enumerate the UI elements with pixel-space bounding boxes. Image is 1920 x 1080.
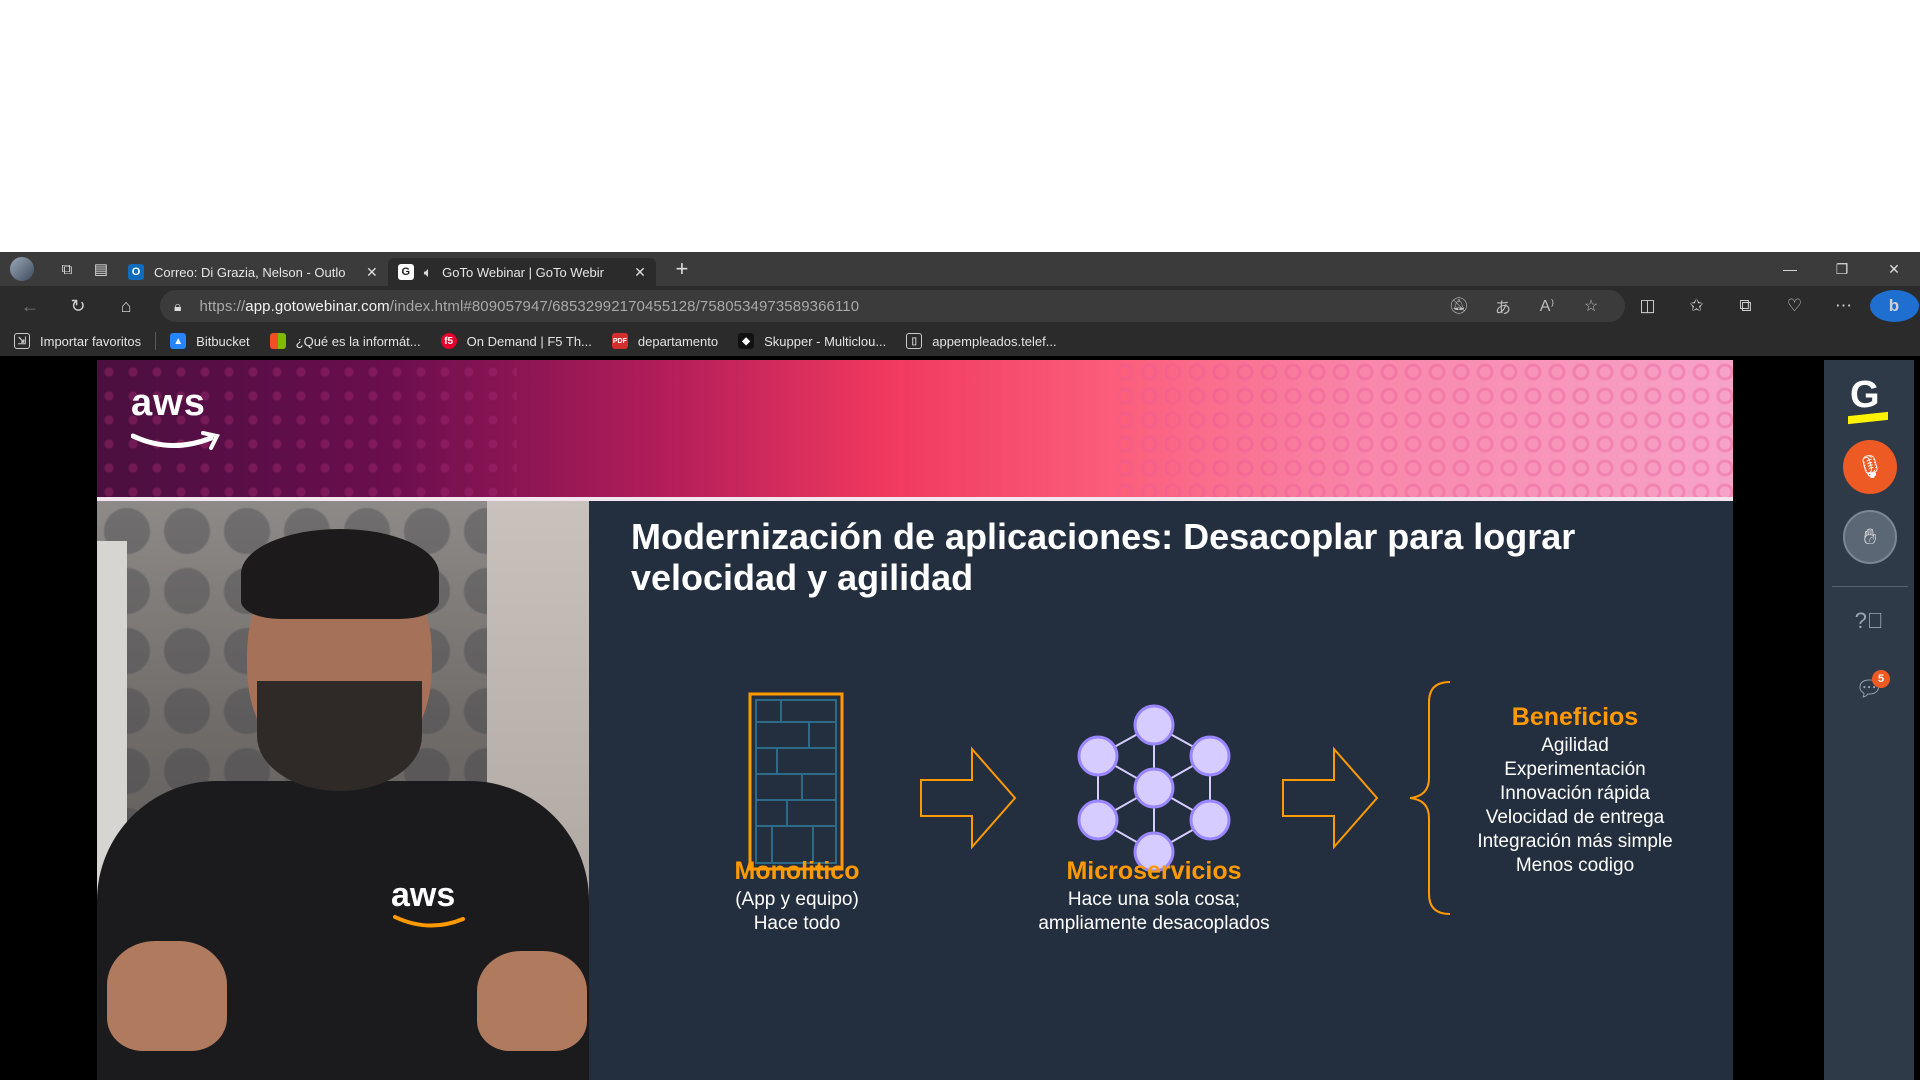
browser-window: ⧉ ▤ O Correo: Di Grazia, Nelson - Outlo … [0,252,1920,1080]
bookmark-informatica[interactable]: ¿Qué es la informát... [269,333,421,349]
close-tab-icon[interactable]: ✕ [634,264,646,281]
bookmark-appempleados[interactable]: ▯ appempleados.telef... [906,333,1057,349]
microsoft-icon [269,333,286,349]
refresh-icon[interactable]: ↻ [54,288,102,324]
presentation-slide: aws aws Modernización de aplicaciones: D… [97,360,1733,1080]
window-controls: — ❐ ✕ [1764,252,1920,286]
hand-icon: ✋︎ [1863,524,1877,549]
workspaces-icon[interactable]: ⧉ [50,252,84,286]
bookmark-divider [155,332,157,350]
new-tab-button[interactable]: + [668,256,696,282]
tab-outlook[interactable]: O Correo: Di Grazia, Nelson - Outlo ✕ [118,258,388,286]
url-text[interactable]: https://app.gotowebinar.com/index.html#8… [199,298,859,315]
translate-icon[interactable]: あ [1481,294,1525,318]
benefits-list: Agilidad Experimentación Innovación rápi… [1475,734,1675,878]
skupper-icon: ◆ [738,333,755,349]
bookmark-skupper[interactable]: ◆ Skupper - Multiclou... [738,333,886,349]
speaker-icon[interactable]: 🔈︎ [424,264,432,281]
arrow-icon [920,746,1017,850]
benefit-item: Velocidad de entrega [1485,807,1665,828]
bookmark-label: departamento [637,333,719,349]
address-bar-actions: 🔕︎ あ A⁾ ☆ [1437,290,1613,322]
chat-count-badge: 5 [1872,670,1890,688]
close-window-icon[interactable]: ✕ [1868,252,1920,286]
browser-essentials-icon[interactable]: ♡ [1770,296,1819,316]
bookmarks-bar: ⇲ Importar favoritos ▲ Bitbucket ¿Qué es… [0,326,1920,356]
bookmark-label: ¿Qué es la informát... [295,333,421,349]
bitbucket-icon: ▲ [170,333,187,349]
brace-icon [1409,681,1451,915]
microservices-label: Microservicios [1066,857,1242,885]
blank-area [0,0,1920,252]
bookmark-import[interactable]: ⇲ Importar favoritos [14,333,141,349]
bookmark-label: Bitbucket [196,333,250,349]
page-icon: ▯ [906,333,923,349]
benefit-item: Integración más simple [1477,831,1673,852]
split-screen-icon[interactable]: ◫ [1623,296,1672,316]
tab-title: Correo: Di Grazia, Nelson - Outlo [154,264,346,280]
monolith-label: Monolitico [734,857,860,885]
microservices-network-icon [1077,704,1231,873]
monolith-sub-2: Hace todo [753,913,841,934]
read-aloud-icon[interactable]: A⁾ [1525,296,1569,316]
lock-icon[interactable]: 🔒︎ [174,298,181,315]
benefits-title: Beneficios [1511,703,1639,731]
bing-icon: b [1869,290,1919,322]
favorite-star-icon[interactable]: ☆ [1569,296,1613,316]
outlook-icon: O [128,264,144,280]
monolith-sub-1: (App y equipo) [735,889,859,910]
bookmark-label: On Demand | F5 Th... [466,333,592,349]
tab-bar: ⧉ ▤ O Correo: Di Grazia, Nelson - Outlo … [0,252,1920,286]
bookmark-label: Skupper - Multiclou... [764,333,887,349]
notifications-off-icon[interactable]: 🔕︎ [1437,296,1481,316]
microphone-off-icon: 🎙︎ [1856,454,1884,479]
close-tab-icon[interactable]: ✕ [366,264,378,281]
tab-title: GoTo Webinar | GoTo Webir [442,264,604,280]
bookmark-label: appempleados.telef... [932,333,1057,349]
collections-icon[interactable]: ⧉ [1721,296,1770,316]
webinar-stage: aws aws Modernización de aplicaciones: D… [6,360,1824,1080]
goto-icon: G [397,264,414,280]
navigation-bar: ← ↻ ⌂ 🔒︎ https://app.gotowebinar.com/ind… [0,286,1920,326]
goto-logo: G [1850,374,1880,416]
questions-icon[interactable]: ?⃝ [1854,608,1884,638]
profile-avatar[interactable] [10,257,34,281]
benefit-item: Agilidad [1541,735,1609,756]
home-icon[interactable]: ⌂ [102,288,150,324]
favorites-icon[interactable]: ✩ [1672,296,1721,316]
back-icon[interactable]: ← [6,288,54,324]
webinar-sidebar: G 🎙︎ ✋︎ ?⃝ 💬︎ 5 [1824,360,1914,1080]
minimize-icon[interactable]: — [1764,252,1816,286]
pdf-icon: PDF [611,333,628,349]
benefit-item: Innovación rápida [1500,783,1650,804]
monolith-icon [748,692,844,871]
mute-microphone-button[interactable]: 🎙︎ [1843,440,1897,494]
vertical-tabs-icon[interactable]: ▤ [84,252,118,286]
browser-toolbar: ◫ ✩ ⧉ ♡ ⋯ b [1623,286,1920,326]
copilot-button[interactable]: b [1868,290,1920,322]
benefit-item: Experimentación [1504,759,1646,780]
microservices-sub-2: ampliamente desacoplados [1038,913,1270,934]
bookmark-departamento[interactable]: PDF departamento [611,333,719,349]
arrow-icon [1282,746,1379,850]
restore-icon[interactable]: ❐ [1816,252,1868,286]
bookmark-f5[interactable]: f5 On Demand | F5 Th... [440,333,592,349]
bookmark-label: Importar favoritos [40,333,142,349]
tab-gotowebinar[interactable]: G 🔈︎ GoTo Webinar | GoTo Webir ✕ [387,258,656,286]
bookmark-bitbucket[interactable]: ▲ Bitbucket [170,333,250,349]
more-menu-icon[interactable]: ⋯ [1819,296,1868,316]
microservices-sub-1: Hace una sola cosa; [1067,889,1241,910]
sidebar-divider [1832,586,1908,587]
address-bar[interactable]: 🔒︎ https://app.gotowebinar.com/index.htm… [160,290,1625,322]
raise-hand-button[interactable]: ✋︎ [1843,510,1897,564]
f5-icon: f5 [440,333,457,349]
benefit-item: Menos codigo [1515,855,1635,876]
import-icon: ⇲ [14,333,30,349]
page-viewport: aws aws Modernización de aplicaciones: D… [0,356,1920,1080]
